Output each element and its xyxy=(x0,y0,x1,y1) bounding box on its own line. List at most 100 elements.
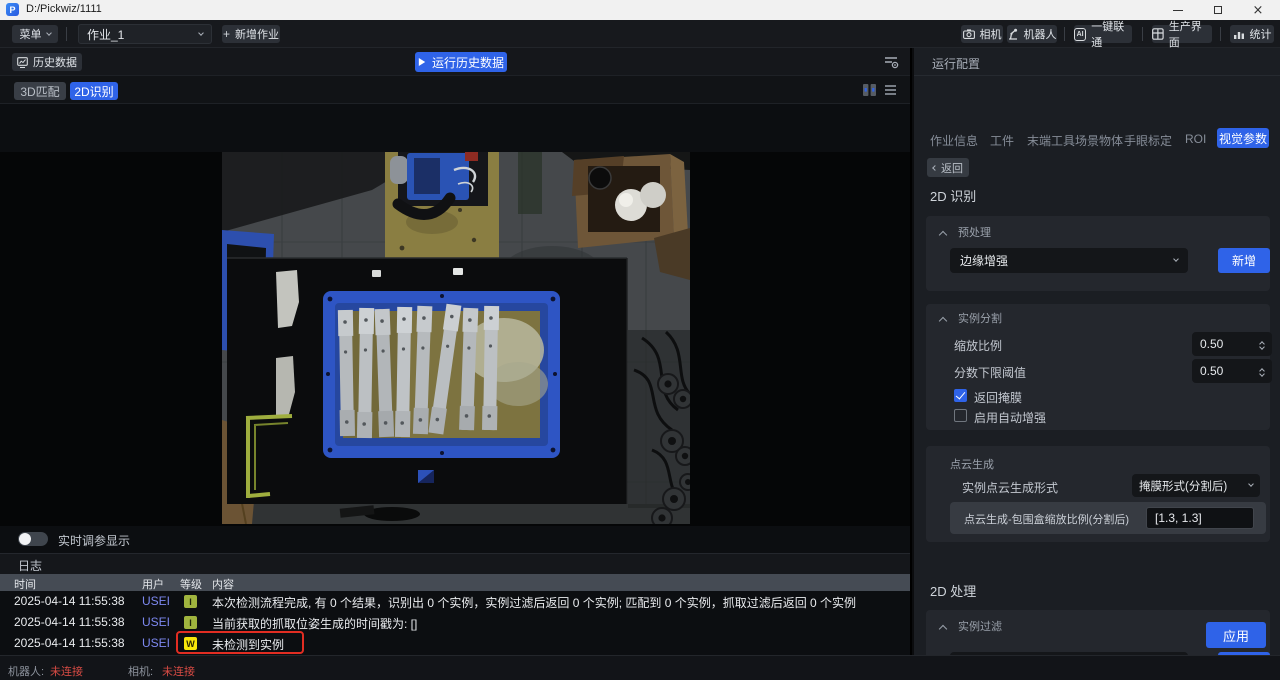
warning-annotation-box xyxy=(176,631,304,654)
tab-workpiece[interactable]: 工件 xyxy=(990,132,1014,149)
chevron-down-icon xyxy=(46,30,52,36)
toolbar-divider xyxy=(1142,27,1143,41)
tab-roi[interactable]: ROI xyxy=(1185,132,1206,146)
log-content: 当前获取的抓取位姿生成的时间戳为: [] xyxy=(212,615,417,632)
collapse-icon[interactable] xyxy=(939,231,947,239)
return-mask-checkbox[interactable] xyxy=(954,389,967,402)
log-row: 2025-04-14 11:55:38 USEI I 本次检测流程完成, 有 0… xyxy=(0,591,910,612)
restore-icon xyxy=(1214,6,1222,14)
preprocess-card: 预处理 边缘增强 新增 xyxy=(926,216,1270,291)
log-col-level: 等级 xyxy=(180,576,202,592)
close-icon: × xyxy=(1253,4,1264,17)
scale-label: 缩放比例 xyxy=(954,337,1002,354)
compare-view-icon[interactable] xyxy=(862,83,877,97)
log-user: USEI xyxy=(142,594,170,608)
pointcloud-form-select[interactable]: 掩膜形式(分割后) xyxy=(1132,474,1260,497)
realtime-toggle-label: 实时调参显示 xyxy=(58,532,130,549)
job-select-value: 作业_1 xyxy=(87,26,199,43)
camera-label: 相机 xyxy=(980,26,1002,42)
camera-icon xyxy=(963,29,975,39)
minimize-button[interactable] xyxy=(1163,0,1193,20)
log-level-badge: I xyxy=(184,616,197,629)
score-value: 0.50 xyxy=(1200,364,1223,378)
image-viewport[interactable] xyxy=(0,152,910,526)
score-spinner[interactable]: 0.50 xyxy=(1192,359,1272,383)
camera-button[interactable]: 相机 xyxy=(961,25,1003,43)
production-label: 生产界面 xyxy=(1169,18,1212,50)
grid-icon xyxy=(1152,28,1164,40)
ai-icon: AI xyxy=(1074,28,1086,41)
tab-hand-eye-calib[interactable]: 手眼标定 xyxy=(1124,132,1172,149)
restore-button[interactable] xyxy=(1203,0,1233,20)
tab-end-tool[interactable]: 末端工具 xyxy=(1027,132,1075,149)
main-toolbar: 菜单 作业_1 + 新增作业 相机 机器人 AI 一键联通 生产界面 xyxy=(0,20,1280,48)
window-title: D:/Pickwiz/1111 xyxy=(26,3,102,15)
chevron-down-icon xyxy=(1173,256,1179,262)
pointcloud-bbox-value: [1.3, 1.3] xyxy=(1155,511,1202,525)
ai-link-button[interactable]: AI 一键联通 xyxy=(1074,25,1132,43)
production-button[interactable]: 生产界面 xyxy=(1152,25,1212,43)
scale-value: 0.50 xyxy=(1200,337,1223,351)
close-button[interactable]: × xyxy=(1243,0,1273,20)
preprocess-select-value: 边缘增强 xyxy=(960,252,1174,269)
chevron-left-icon xyxy=(932,165,938,171)
scale-spinner[interactable]: 0.50 xyxy=(1192,332,1272,356)
apply-button[interactable]: 应用 xyxy=(1206,622,1266,648)
toggle-track xyxy=(18,532,48,546)
collapse-icon[interactable] xyxy=(939,317,947,325)
tab-scene-object[interactable]: 场景物体 xyxy=(1075,132,1123,149)
log-col-user: 用户 xyxy=(142,576,164,592)
new-job-label: 新增作业 xyxy=(235,26,279,42)
menu-button[interactable]: 菜单 xyxy=(12,25,58,43)
toggle-knob xyxy=(19,533,31,545)
tab-3d-match[interactable]: 3D匹配 xyxy=(14,82,66,100)
pointcloud-bbox-panel: 点云生成-包围盒缩放比例(分割后) [1.3, 1.3] xyxy=(950,502,1266,534)
tab-3d-label: 3D匹配 xyxy=(20,83,59,100)
realtime-toggle[interactable] xyxy=(18,532,48,546)
viewer-panel: 历史数据 运行历史数据 3D匹配 2D识别 xyxy=(0,48,910,655)
log-level-badge: I xyxy=(184,595,197,608)
return-mask-label: 返回掩膜 xyxy=(974,389,1022,406)
score-label: 分数下限阈值 xyxy=(954,364,1026,381)
tab-vision-params[interactable]: 视觉参数 xyxy=(1217,128,1269,148)
new-job-button[interactable]: + 新增作业 xyxy=(222,25,280,43)
collapse-icon[interactable] xyxy=(939,625,947,633)
pointcloud-bbox-label: 点云生成-包围盒缩放比例(分割后) xyxy=(964,511,1129,527)
auto-enhance-checkbox[interactable] xyxy=(954,409,967,422)
pointcloud-bbox-input[interactable]: [1.3, 1.3] xyxy=(1146,507,1254,529)
spin-down-icon[interactable] xyxy=(1259,371,1265,377)
menu-label: 菜单 xyxy=(20,26,42,42)
robot-status-label: 机器人: xyxy=(8,663,44,679)
log-title: 日志 xyxy=(18,557,42,574)
log-col-time: 时间 xyxy=(14,576,36,592)
job-select[interactable]: 作业_1 xyxy=(78,24,212,44)
tab-job-info[interactable]: 作业信息 xyxy=(930,132,978,149)
log-time: 2025-04-14 11:55:38 xyxy=(14,636,125,650)
robot-status-value: 未连接 xyxy=(50,663,83,679)
history-data-label: 历史数据 xyxy=(33,54,77,70)
chevron-down-icon xyxy=(198,30,204,36)
tab-2d-recognition[interactable]: 2D识别 xyxy=(70,82,118,100)
viewer-tabs-bar: 3D匹配 2D识别 xyxy=(0,76,910,104)
app-window: P D:/Pickwiz/1111 × 菜单 作业_1 +新增作业 相机 机器人… xyxy=(0,0,1280,680)
pointcloud-title: 点云生成 xyxy=(950,456,994,472)
config-header: 运行配置 xyxy=(914,48,1280,76)
back-button[interactable]: 返回 xyxy=(927,158,969,177)
run-history-button[interactable]: 运行历史数据 xyxy=(415,52,507,72)
preprocess-add-button[interactable]: 新增 xyxy=(1218,248,1270,273)
toolbar-divider xyxy=(66,27,67,41)
tab-vision-params-label: 视觉参数 xyxy=(1219,130,1267,147)
plus-icon: + xyxy=(223,27,230,41)
bar-chart-icon xyxy=(1233,29,1245,40)
preprocess-select[interactable]: 边缘增强 xyxy=(950,248,1188,273)
menu-list-icon[interactable] xyxy=(884,84,897,96)
instance-seg-card: 实例分割 缩放比例 0.50 分数下限阈值 0.50 返回掩膜 启用自动增强 xyxy=(926,304,1270,430)
robot-button[interactable]: 机器人 xyxy=(1007,25,1057,43)
pointcloud-form-value: 掩膜形式(分割后) xyxy=(1139,478,1249,494)
display-settings-icon[interactable] xyxy=(883,54,899,70)
stats-button[interactable]: 统计 xyxy=(1230,25,1274,43)
preprocess-add-label: 新增 xyxy=(1232,252,1256,269)
instance-filter-title: 实例过滤 xyxy=(958,618,1002,634)
history-data-button[interactable]: 历史数据 xyxy=(12,53,82,71)
spin-down-icon[interactable] xyxy=(1259,344,1265,350)
